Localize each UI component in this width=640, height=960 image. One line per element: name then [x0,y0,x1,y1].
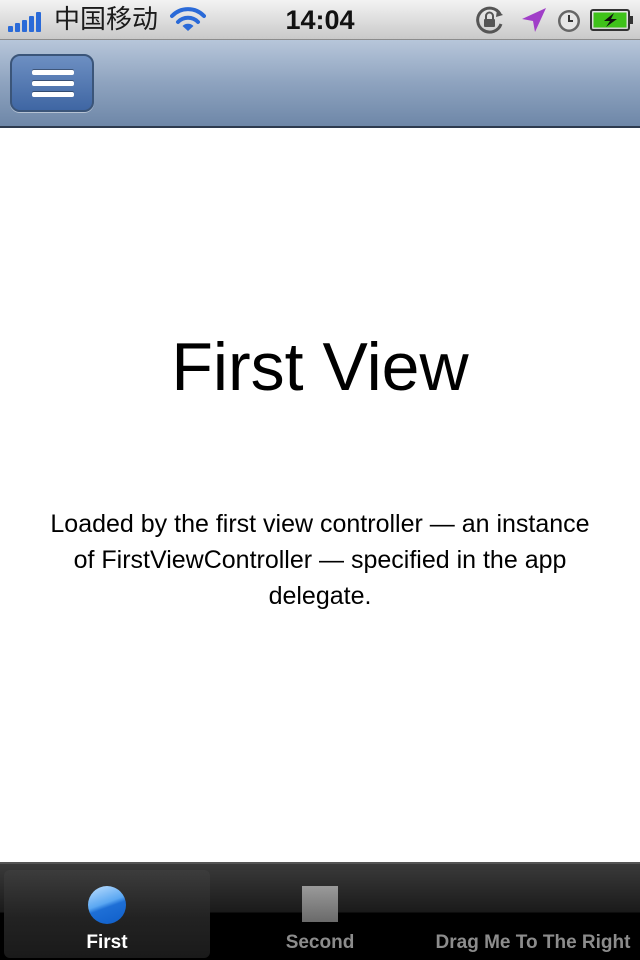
square-icon [302,886,338,922]
page-description: Loaded by the first view controller — an… [50,510,590,610]
alarm-clock-icon [558,10,580,32]
status-bar: 中国移动 14:04 [0,0,640,40]
tab-first-label: First [86,932,128,953]
tab-drag-me-label: Drag Me To The Right [435,932,631,953]
tab-second[interactable]: Second [220,870,420,958]
rotation-lock-icon [476,6,503,34]
tab-second-label: Second [285,932,355,953]
first-view-content: First View Loaded by the first view cont… [0,128,640,862]
tab-first[interactable]: First [4,870,210,958]
battery-icon [590,9,633,31]
navigation-bar [0,40,640,128]
page-title: First View [171,329,469,405]
tab-drag-me[interactable]: Drag Me To The Right [428,870,638,958]
location-arrow-icon [522,8,546,32]
tab-bar: First Second Drag Me To The Right [0,862,640,960]
menu-button[interactable] [10,54,94,112]
circle-icon [88,886,126,924]
